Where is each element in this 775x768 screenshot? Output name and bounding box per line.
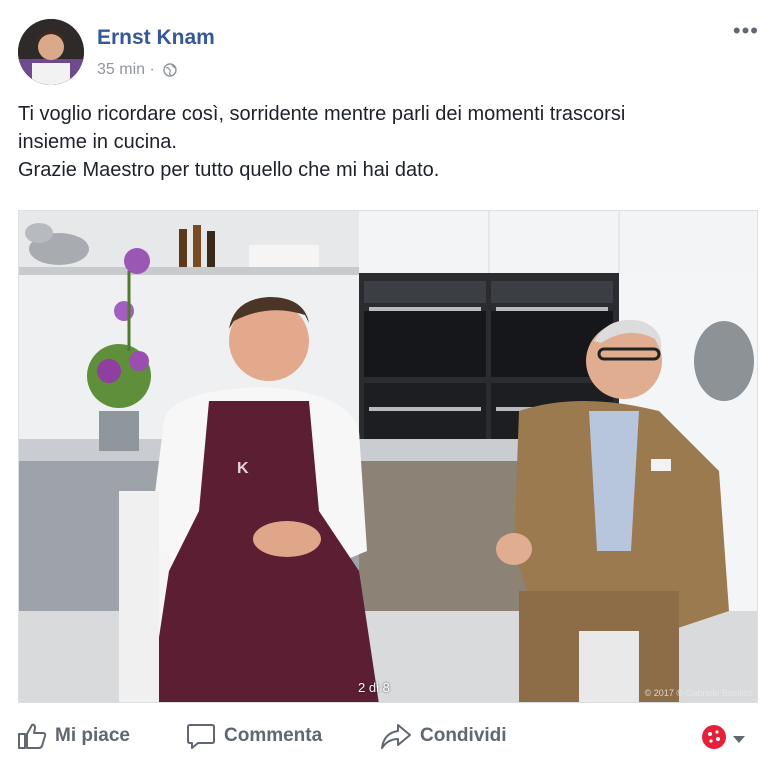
like-label: Mi piace xyxy=(55,725,130,746)
like-button[interactable]: Mi piace xyxy=(17,720,130,752)
photo-watermark: © 2017 © Gabriele Basilico xyxy=(644,688,753,698)
author-name[interactable]: Ernst Knam xyxy=(97,26,215,50)
post-photo[interactable]: K xyxy=(18,210,758,703)
post-text: Ti voglio ricordare così, sorridente men… xyxy=(18,100,758,184)
post-text-line: Grazie Maestro per tutto quello che mi h… xyxy=(18,159,440,181)
share-label: Condividi xyxy=(420,725,507,746)
share-button[interactable]: Condividi xyxy=(380,720,507,752)
chevron-down-icon xyxy=(733,731,745,749)
svg-text:K: K xyxy=(237,460,249,477)
post-text-line: insieme in cucina. xyxy=(18,131,177,153)
share-icon xyxy=(380,722,412,750)
comment-label: Commenta xyxy=(224,725,323,746)
thumbs-up-icon xyxy=(17,722,47,750)
post-actions-bar: Mi piace Commenta Condividi xyxy=(0,712,775,762)
photo-counter: 2 di 8 xyxy=(358,680,390,695)
facebook-post: Ernst Knam 35 min · ••• Ti voglio ricord… xyxy=(0,0,775,768)
post-meta: 35 min · xyxy=(97,61,177,82)
comment-button[interactable]: Commenta xyxy=(186,720,322,752)
globe-icon xyxy=(163,63,177,82)
post-text-line: Ti voglio ricordare così, sorridente men… xyxy=(18,103,626,125)
reaction-selector[interactable] xyxy=(701,724,745,755)
post-time[interactable]: 35 min · xyxy=(97,61,155,78)
more-icon[interactable]: ••• xyxy=(733,20,759,42)
comment-icon xyxy=(186,722,216,750)
avatar[interactable] xyxy=(18,19,84,85)
reaction-icon xyxy=(701,724,727,755)
